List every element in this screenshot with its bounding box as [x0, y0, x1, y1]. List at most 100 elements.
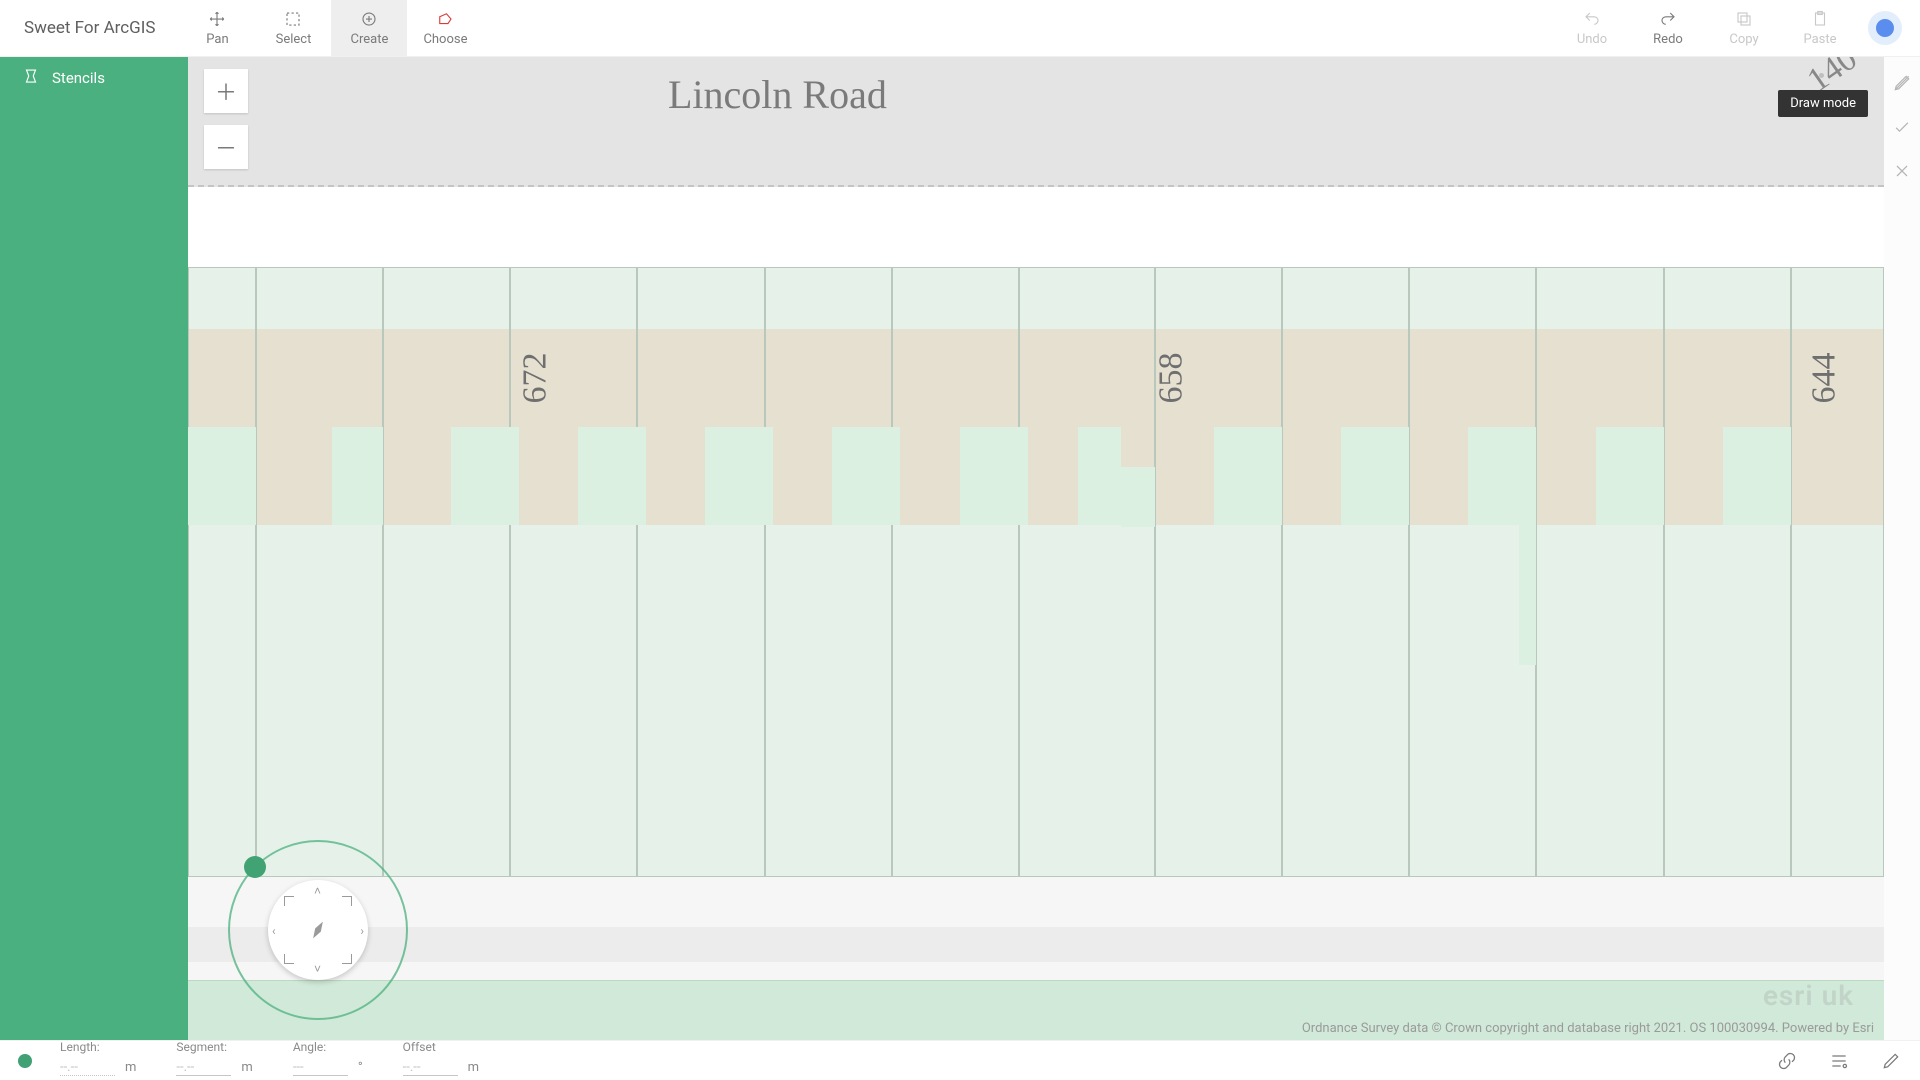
- corner-icon: [284, 954, 294, 964]
- map-inner: Lincoln Road 140: [188, 57, 1884, 1040]
- segment-field: Segment: --.-- m: [176, 1046, 252, 1076]
- road-area: [188, 57, 1884, 187]
- lot: [1536, 267, 1663, 877]
- garden-cut: [188, 427, 256, 525]
- garden-cut: [1468, 427, 1536, 525]
- link-button[interactable]: [1776, 1050, 1798, 1072]
- avatar-dot-icon: [1876, 19, 1894, 37]
- paste-button[interactable]: Paste: [1782, 0, 1858, 56]
- chevron-left-icon[interactable]: ‹: [272, 924, 276, 938]
- left-sidebar: Stencils: [0, 57, 188, 1040]
- copy-button[interactable]: Copy: [1706, 0, 1782, 56]
- garden-cut: [1596, 427, 1664, 525]
- angle-value[interactable]: ---: [293, 1060, 348, 1076]
- redo-button[interactable]: Redo: [1630, 0, 1706, 56]
- top-toolbar: Sweet For ArcGIS Pan Select Create Choos…: [0, 0, 1920, 57]
- house-number: 658: [1153, 353, 1191, 404]
- lot: [637, 267, 764, 877]
- select-tool[interactable]: Select: [255, 0, 331, 56]
- cancel-button[interactable]: [1890, 159, 1914, 183]
- segment-label: Segment:: [176, 1040, 252, 1054]
- garden-cut: [1078, 427, 1120, 525]
- angle-unit: °: [358, 1060, 363, 1075]
- offset-value[interactable]: --.--: [403, 1060, 458, 1076]
- lot: [1019, 267, 1155, 877]
- corner-icon: [284, 896, 294, 906]
- garden-cut: [1121, 467, 1155, 527]
- offset-field: Offset --.-- m: [403, 1046, 479, 1076]
- garden-cut: [960, 427, 1028, 525]
- choose-tool[interactable]: Choose: [407, 0, 483, 56]
- select-icon: [284, 10, 302, 28]
- create-tool[interactable]: Create: [331, 0, 407, 56]
- stencils-label: Stencils: [52, 69, 105, 87]
- polygon-icon: [436, 10, 454, 28]
- compass-needle-icon: [307, 919, 329, 941]
- sidebar-item-stencils[interactable]: Stencils: [0, 57, 188, 99]
- choose-label: Choose: [423, 32, 467, 47]
- angle-label: Angle:: [293, 1040, 363, 1054]
- garden-cut: [832, 427, 900, 525]
- segment-value[interactable]: --.--: [176, 1060, 231, 1076]
- segment-unit: m: [241, 1060, 252, 1075]
- length-label: Length:: [60, 1040, 136, 1054]
- select-label: Select: [276, 32, 312, 47]
- offset-label: Offset: [403, 1040, 479, 1054]
- plus-icon: ＋: [215, 75, 237, 107]
- garden-cut: [1723, 427, 1791, 525]
- plus-circle-icon: [360, 10, 378, 28]
- zoom-controls: ＋ －: [204, 69, 248, 181]
- edit-button[interactable]: [1880, 1050, 1902, 1072]
- compass-rotate-handle[interactable]: [244, 856, 266, 878]
- parcel-block: 672 658 644: [188, 267, 1884, 877]
- garden-cut: [332, 427, 383, 525]
- lot: [765, 267, 892, 877]
- create-label: Create: [351, 32, 389, 47]
- chevron-down-icon[interactable]: ˅: [314, 962, 321, 976]
- garden-cut: [705, 427, 773, 525]
- move-icon: [208, 10, 226, 28]
- minus-icon: －: [215, 131, 237, 163]
- lot: [1664, 267, 1791, 877]
- undo-icon: [1583, 10, 1601, 28]
- map-attribution: Ordnance Survey data © Crown copyright a…: [1302, 1021, 1874, 1036]
- length-field: Length: --.-- m: [60, 1046, 136, 1076]
- layers-list-button[interactable]: [1828, 1050, 1850, 1072]
- point-marker: [1819, 73, 1824, 78]
- copy-icon: [1735, 10, 1753, 28]
- chevron-right-icon[interactable]: ›: [360, 924, 364, 938]
- street-name-label: Lincoln Road: [668, 71, 887, 118]
- provider-watermark: esri uk: [1763, 979, 1854, 1012]
- length-value[interactable]: --.--: [60, 1060, 115, 1076]
- undo-button[interactable]: Undo: [1554, 0, 1630, 56]
- zoom-out-button[interactable]: －: [204, 125, 248, 169]
- lot: [256, 267, 383, 877]
- zoom-in-button[interactable]: ＋: [204, 69, 248, 113]
- garden-cut: [578, 427, 646, 525]
- redo-icon: [1659, 10, 1677, 28]
- lot: [1282, 267, 1409, 877]
- draw-mode-button[interactable]: [1890, 71, 1914, 95]
- copy-label: Copy: [1729, 32, 1758, 47]
- connection-status-icon: [18, 1054, 32, 1068]
- corner-icon: [342, 954, 352, 964]
- status-bar: Length: --.-- m Segment: --.-- m Angle: …: [0, 1040, 1920, 1080]
- corner-icon: [342, 896, 352, 906]
- stencil-icon: [22, 67, 40, 89]
- house-number: 672: [517, 353, 555, 404]
- chevron-up-icon[interactable]: ˄: [314, 884, 321, 898]
- pan-label: Pan: [206, 32, 228, 47]
- nav-compass-widget[interactable]: ˄ ˅ ‹ ›: [228, 840, 408, 1020]
- user-avatar[interactable]: [1868, 11, 1902, 45]
- map-canvas[interactable]: Lincoln Road 140: [188, 57, 1884, 1040]
- length-unit: m: [125, 1060, 136, 1075]
- footpath-strip: [188, 927, 1884, 962]
- confirm-button[interactable]: [1890, 115, 1914, 139]
- app-title: Sweet For ArcGIS: [0, 0, 179, 56]
- lot: [1409, 267, 1536, 877]
- garden-cut: [451, 427, 519, 525]
- lot: [892, 267, 1019, 877]
- garden-cut: [1341, 427, 1409, 525]
- lot: [383, 267, 510, 877]
- pan-tool[interactable]: Pan: [179, 0, 255, 56]
